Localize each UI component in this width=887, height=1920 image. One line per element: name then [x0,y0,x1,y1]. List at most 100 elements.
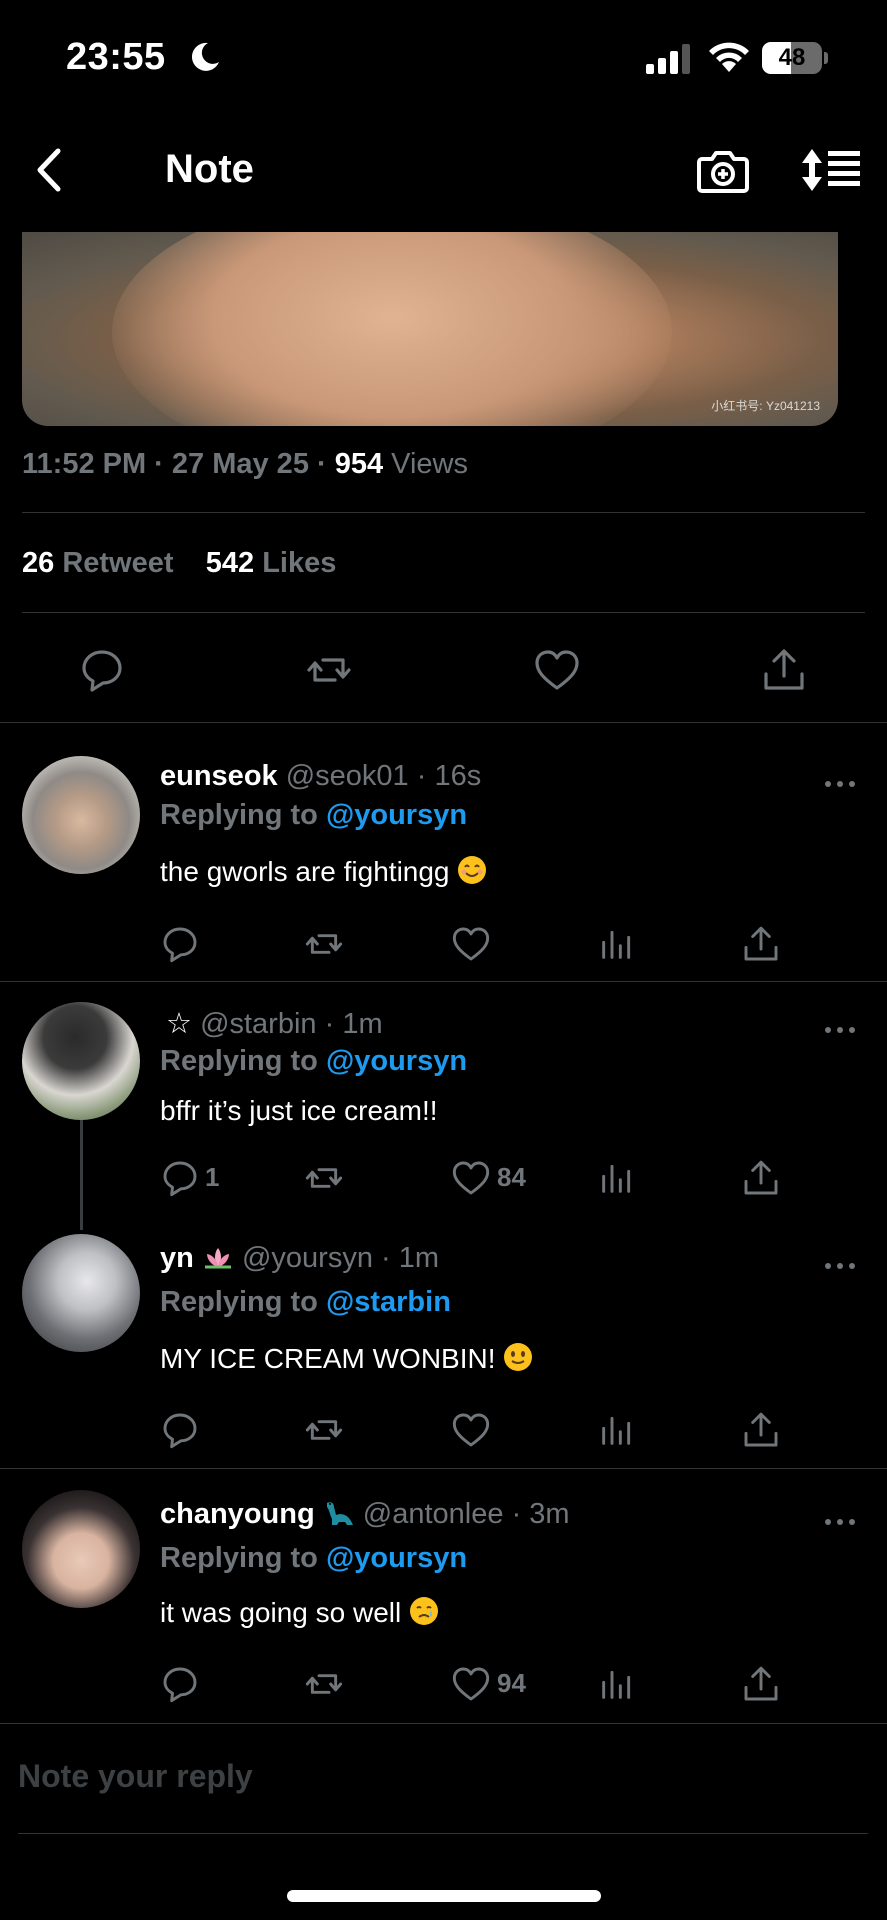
views-label: Views [391,448,469,480]
mention-link[interactable]: @starbin [326,1286,451,1318]
analytics-icon[interactable] [597,924,637,964]
divider [0,1723,887,1724]
reply-icon[interactable] [78,646,126,694]
mention-link[interactable]: @yoursyn [326,799,467,831]
analytics-icon[interactable] [597,1410,637,1450]
blush-emoji-icon [458,856,487,884]
like-icon[interactable] [451,1410,491,1450]
home-indicator[interactable] [287,1890,601,1902]
avatar[interactable] [22,1234,140,1352]
handle: @antonlee · 3m [362,1498,570,1530]
more-options-icon[interactable] [820,774,860,794]
divider [22,512,865,513]
reply-item[interactable]: ☆ @starbin · 1m Replying to @yoursyn bff… [0,982,887,1232]
like-icon[interactable] [533,646,581,694]
reply-actions [0,1410,887,1456]
like-count: 94 [497,1668,526,1698]
reply-actions: 94 [0,1664,887,1710]
like-icon[interactable] [451,1664,491,1704]
tweet-stats: 26 Retweet 542 Likes [22,547,336,580]
analytics-icon[interactable] [597,1158,637,1198]
analytics-icon[interactable] [597,1664,637,1704]
reply-text: MY ICE CREAM WONBIN! [160,1342,533,1375]
reply-item[interactable]: eunseok @seok01 · 16s Replying to @yours… [0,722,887,982]
retweet-icon[interactable] [304,1410,344,1450]
replying-to: Replying to @yoursyn [160,1542,468,1574]
replying-to: Replying to @yoursyn [160,1045,468,1077]
dinosaur-emoji-icon [326,1502,353,1525]
retweet-icon[interactable] [304,1158,344,1198]
tweet-image[interactable]: 小红书号: Yz041213 [22,232,838,426]
battery-icon: 48 [762,42,828,74]
retweet-icon[interactable] [305,646,353,694]
reply-icon[interactable] [160,924,200,964]
mention-link[interactable]: @yoursyn [326,1045,467,1077]
replying-to: Replying to @starbin [160,1286,451,1318]
avatar[interactable] [22,1490,140,1608]
signal-icon [646,44,690,74]
avatar[interactable] [22,1002,140,1120]
reply-item[interactable]: yn @yoursyn · 1m Replying to @starbin MY… [0,1232,887,1468]
mention-link[interactable]: @yoursyn [326,1542,467,1574]
sort-button[interactable] [800,145,862,195]
like-icon[interactable] [451,924,491,964]
reply-header: ☆ @starbin · 1m [160,1006,383,1041]
reply-header: chanyoung @antonlee · 3m [160,1498,570,1531]
wifi-icon [709,42,749,72]
reply-icon[interactable] [160,1410,200,1450]
retweet-stat[interactable]: 26 Retweet [22,547,174,579]
reply-header: eunseok @seok01 · 16s [160,760,481,793]
reply-actions [0,924,887,970]
slight-smile-emoji-icon [504,1343,533,1371]
display-name[interactable]: eunseok [160,760,278,792]
tweet-timestamp: 11:52 PM · 27 May 25 · [22,448,335,480]
share-icon[interactable] [741,1158,781,1198]
handle: @seok01 · 16s [285,760,482,792]
reply-input[interactable]: Note your reply [18,1758,253,1795]
reply-text: the gworls are fightingg [160,855,487,888]
retweet-icon[interactable] [304,924,344,964]
share-icon[interactable] [741,924,781,964]
replying-to: Replying to @yoursyn [160,799,468,831]
more-options-icon[interactable] [820,1512,860,1532]
like-icon[interactable] [451,1158,491,1198]
more-options-icon[interactable] [820,1256,860,1276]
reply-item[interactable]: chanyoung @antonlee · 3m Replying to @yo… [0,1468,887,1723]
reply-actions: 1 84 [0,1158,887,1204]
reply-header: yn @yoursyn · 1m [160,1242,439,1275]
share-icon[interactable] [760,646,808,694]
divider [18,1833,868,1834]
views-count: 954 [334,448,384,480]
moon-icon [191,42,219,71]
display-name[interactable]: ☆ [166,1008,192,1040]
status-time: 23:55 [66,36,166,78]
like-count: 84 [497,1162,526,1192]
display-name[interactable]: yn [160,1242,194,1274]
handle: @starbin · 1m [200,1008,383,1040]
display-name[interactable]: chanyoung [160,1498,315,1530]
share-icon[interactable] [741,1664,781,1704]
likes-stat[interactable]: 542 Likes [206,547,337,579]
tweet-action-bar [0,630,887,710]
reply-text: it was going so well [160,1596,439,1629]
lotus-emoji-icon [204,1248,231,1269]
reply-icon[interactable] [160,1664,200,1704]
reply-count: 1 [205,1162,220,1192]
tweet-meta: 11:52 PM · 27 May 25 · 954 Views [22,448,468,481]
reply-text: bffr it’s just ice cream!! [160,1095,438,1126]
image-watermark: 小红书号: Yz041213 [711,399,820,413]
avatar[interactable] [22,756,140,874]
status-bar: 23:55 48 [0,0,887,115]
share-icon[interactable] [741,1410,781,1450]
battery-level: 48 [778,44,806,71]
handle: @yoursyn · 1m [241,1242,440,1274]
nav-bar: Note [0,125,887,215]
more-options-icon[interactable] [820,1020,860,1040]
sad-tear-emoji-icon [410,1597,439,1625]
retweet-icon[interactable] [304,1664,344,1704]
back-button[interactable] [28,145,72,195]
camera-add-button[interactable] [696,145,750,195]
reply-icon[interactable] [160,1158,200,1198]
page-title: Note [165,147,254,191]
divider [22,612,865,613]
